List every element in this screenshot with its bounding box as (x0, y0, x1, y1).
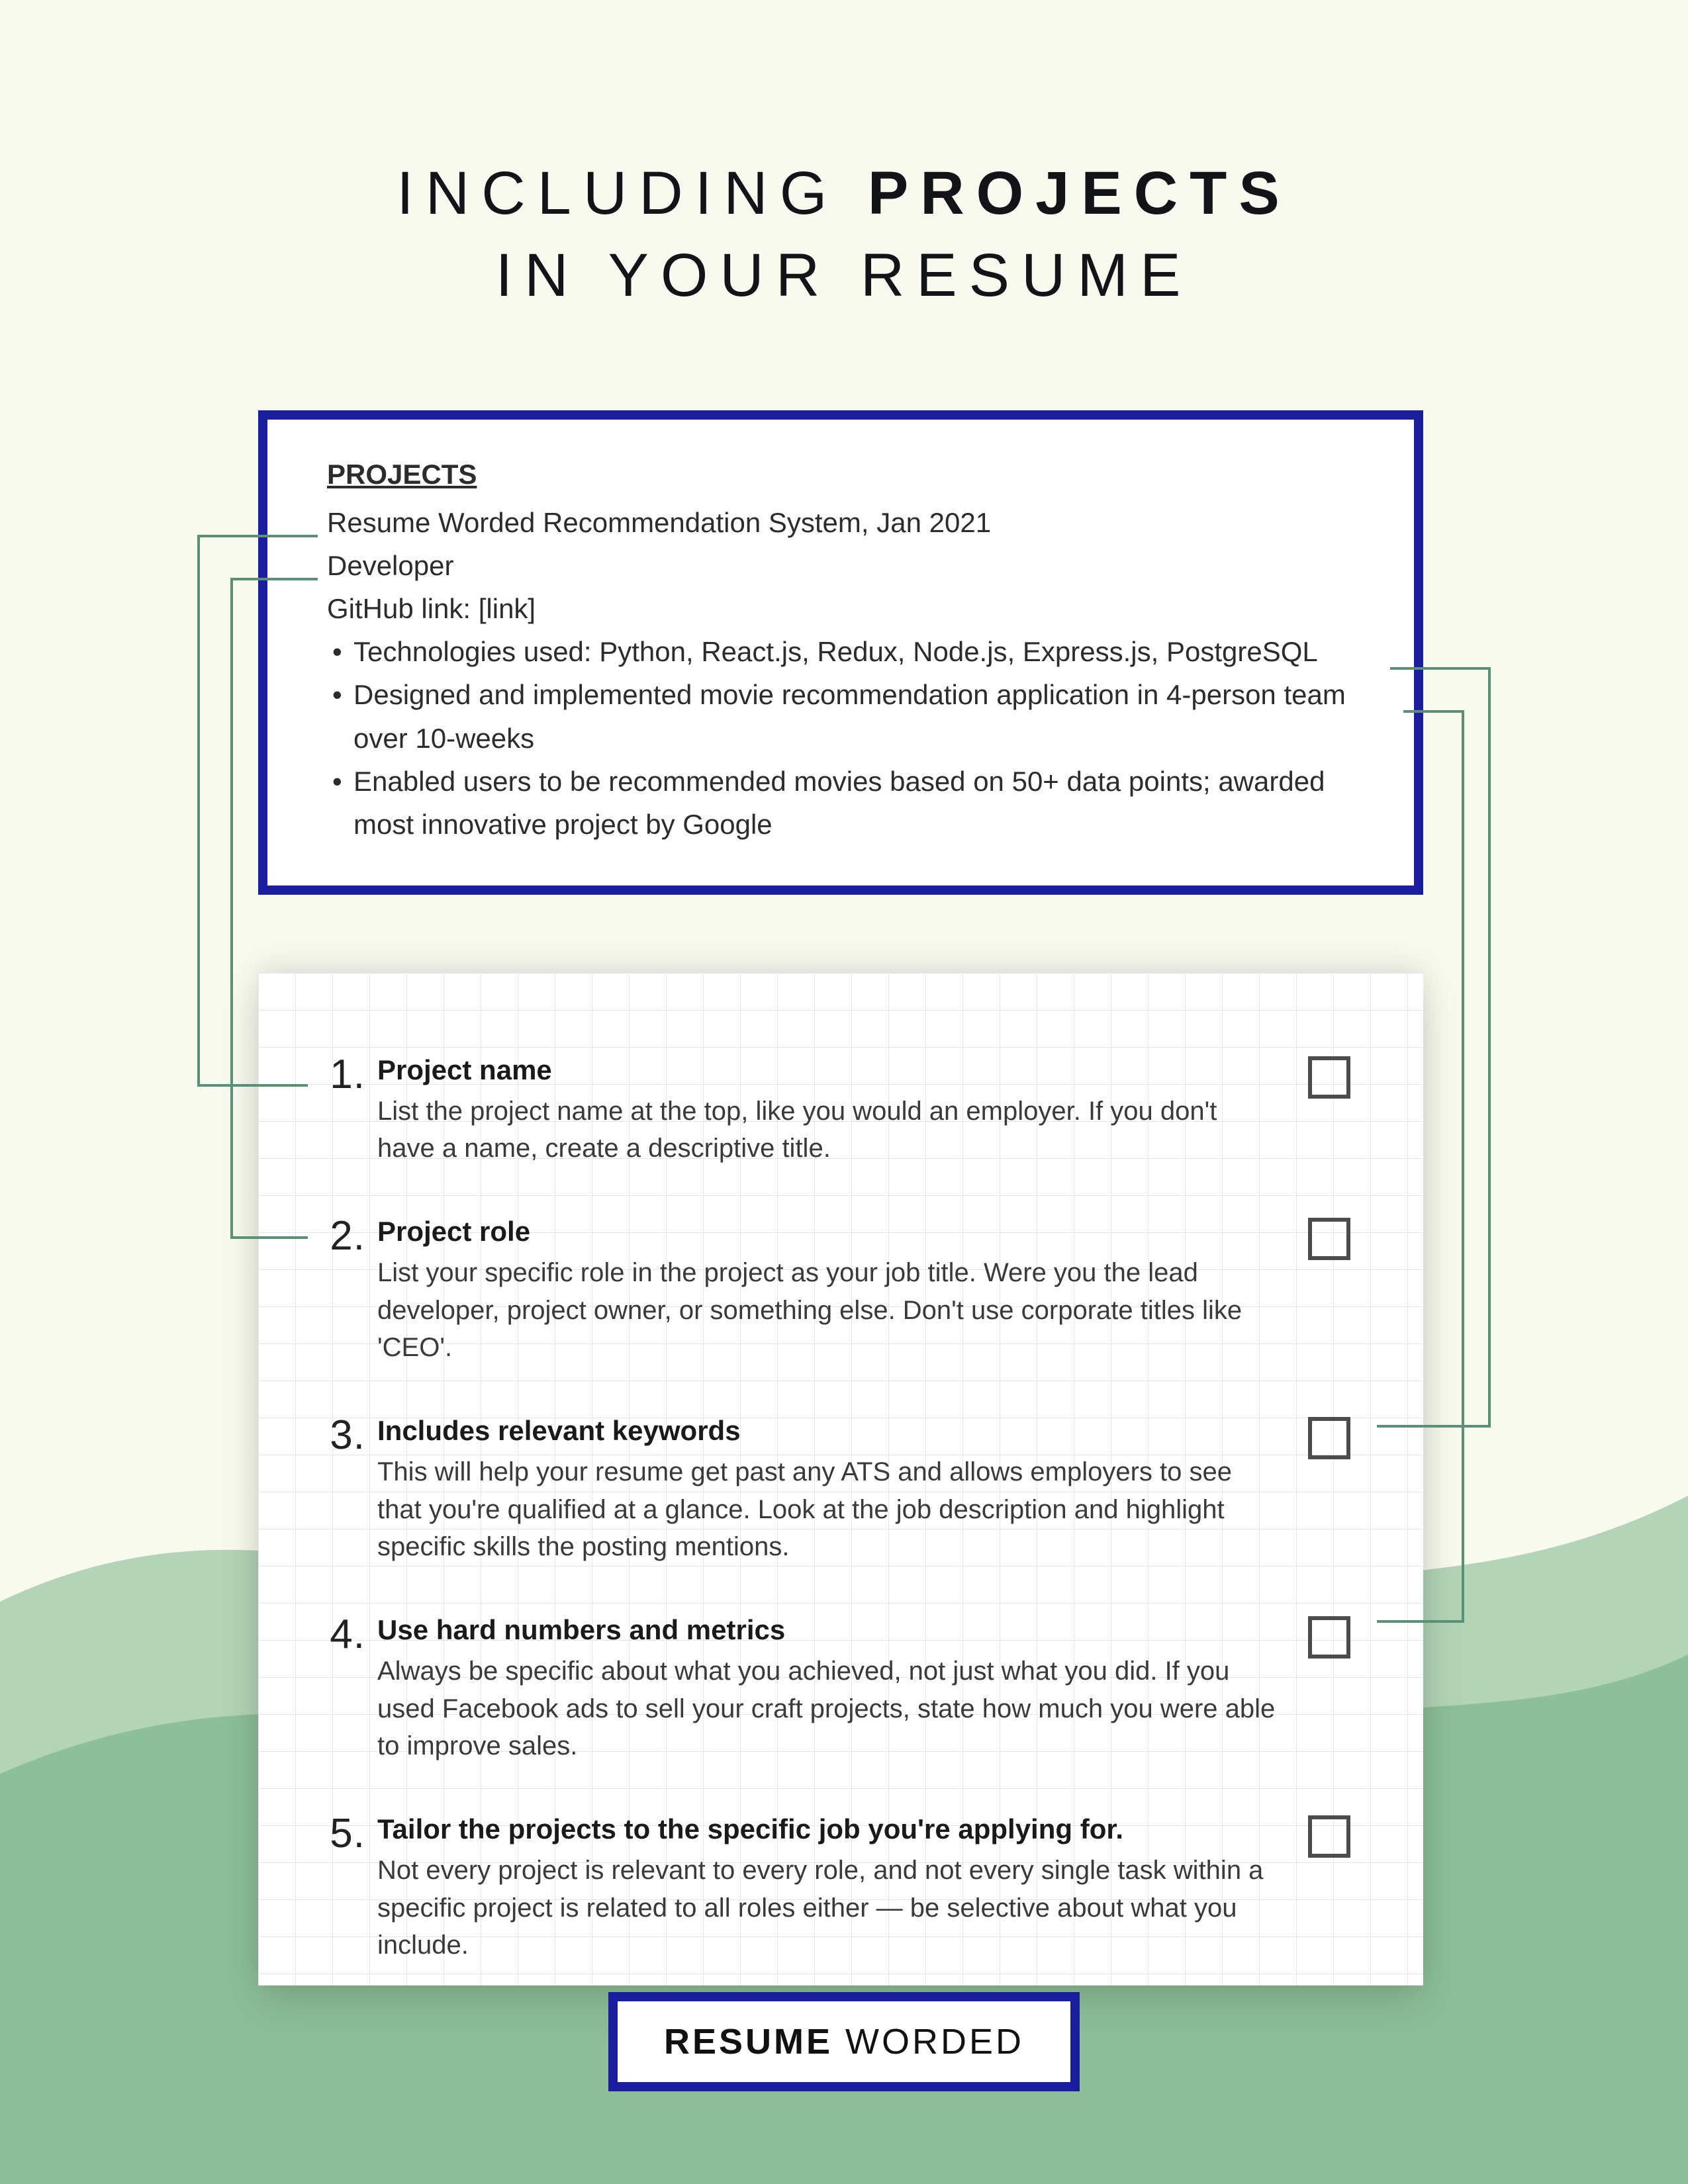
checkbox[interactable] (1308, 1056, 1350, 1099)
checklist-desc: Always be specific about what you achiev… (377, 1653, 1282, 1765)
brand-word-2: WORDED (833, 2022, 1024, 2062)
checklist-title: Project name (377, 1052, 1282, 1089)
checklist-desc: This will help your resume get past any … (377, 1453, 1282, 1566)
title-line1-part1: INCLUDING (397, 159, 868, 227)
checklist-number: 3. (318, 1413, 377, 1458)
checklist-title: Use hard numbers and metrics (377, 1612, 1282, 1649)
checkbox[interactable] (1308, 1218, 1350, 1260)
checklist-number: 5. (318, 1811, 377, 1856)
checklist-number: 4. (318, 1612, 377, 1657)
checklist-item: 2. Project role List your specific role … (318, 1214, 1350, 1367)
example-github-link: GitHub link: [link] (327, 587, 1368, 630)
checklist-item: 5. Tailor the projects to the specific j… (318, 1811, 1350, 1964)
checklist-desc: List your specific role in the project a… (377, 1254, 1282, 1367)
checklist-item: 1. Project name List the project name at… (318, 1052, 1350, 1167)
checklist-item: 3. Includes relevant keywords This will … (318, 1413, 1350, 1566)
checklist-desc: Not every project is relevant to every r… (377, 1852, 1282, 1964)
example-project-name: Resume Worded Recommendation System, Jan… (327, 501, 1368, 544)
example-bullets: Technologies used: Python, React.js, Red… (327, 630, 1368, 845)
checklist-number: 1. (318, 1052, 377, 1097)
checklist-item: 4. Use hard numbers and metrics Always b… (318, 1612, 1350, 1765)
example-bullet: Enabled users to be recommended movies b… (327, 760, 1368, 846)
example-bullet: Technologies used: Python, React.js, Red… (327, 630, 1368, 673)
checklist-desc: List the project name at the top, like y… (377, 1093, 1282, 1168)
brand-badge: RESUME WORDED (608, 1992, 1080, 2091)
page-title: INCLUDING PROJECTS IN YOUR RESUME (0, 152, 1688, 316)
checklist-title: Project role (377, 1214, 1282, 1250)
checkbox[interactable] (1308, 1815, 1350, 1858)
checkbox[interactable] (1308, 1616, 1350, 1659)
checklist-card: 1. Project name List the project name at… (258, 973, 1423, 1985)
checkbox[interactable] (1308, 1417, 1350, 1459)
example-project-role: Developer (327, 544, 1368, 587)
title-line2: IN YOUR RESUME (0, 234, 1688, 316)
brand-word-1: RESUME (664, 2022, 833, 2062)
title-line1-part2: PROJECTS (868, 159, 1291, 227)
example-section-label: PROJECTS (327, 453, 1368, 496)
checklist-number: 2. (318, 1214, 377, 1259)
checklist-title: Includes relevant keywords (377, 1413, 1282, 1449)
checklist-title: Tailor the projects to the specific job … (377, 1811, 1282, 1848)
example-projects-box: PROJECTS Resume Worded Recommendation Sy… (258, 410, 1423, 895)
example-bullet: Designed and implemented movie recommend… (327, 673, 1368, 759)
